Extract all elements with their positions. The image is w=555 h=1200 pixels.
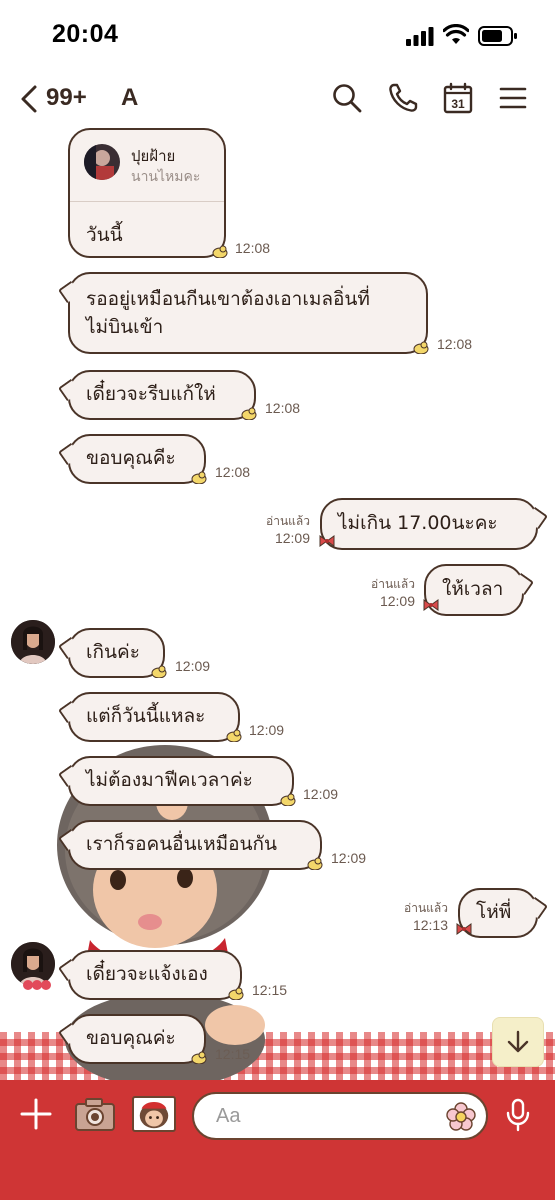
read-receipt: อ่านแล้ว 12:09 [250,513,310,548]
calendar-icon[interactable]: 31 [442,82,474,114]
chevron-left-icon[interactable] [18,84,40,114]
read-label: อ่านแล้ว [404,901,448,915]
message-input-placeholder: Aa [216,1105,241,1127]
sender-avatar[interactable] [11,620,55,664]
message-text: เดี๋ยวจะรีบแก้ให่ [86,383,216,406]
sticker-icon[interactable] [132,1096,176,1132]
quoted-text: นานไหมคะ [131,169,201,185]
read-receipt: อ่านแล้ว 12:09 [355,576,415,611]
message-time: 12:15 [252,982,288,998]
message-text: แต่ก็วันนี้แหละ [86,705,206,728]
microphone-icon[interactable] [505,1098,531,1132]
status-bar: 20:04 [0,0,555,70]
message-bubble[interactable]: แต่ก็วันนี้แหละ [68,692,240,742]
message-text: ให้เวลา [442,578,504,601]
quoted-avatar [84,144,120,180]
avatar-decoration-icon [23,980,51,990]
chick-sticker-icon [226,729,242,742]
camera-icon[interactable] [74,1096,116,1132]
flower-emoji-icon[interactable] [446,1102,476,1132]
chick-sticker-icon [413,341,429,354]
message-input[interactable]: Aa [192,1092,488,1140]
chick-sticker-icon [241,407,257,420]
reply-message-bubble[interactable]: ปุยฝ้าย นานไหมคะ วันนี้ [68,128,226,258]
message-time: 12:09 [331,850,367,866]
search-icon[interactable] [331,82,363,114]
message-time: 12:09 [274,530,310,547]
message-time: 12:08 [215,464,251,480]
message-text: ไม่เกิน 17.00นะคะ [338,512,498,535]
message-bubble[interactable]: เราก็รอคนอื่นเหมือนกัน [68,820,322,870]
message-text: วันนี้ [86,224,123,246]
phone-icon[interactable] [387,82,419,114]
quoted-sender-name: ปุยฝ้าย [131,147,176,165]
message-text-line1: รออยู่เหมือนกีนเขาต้องเอาเมลอิ่นที่ [86,288,370,310]
chat-area[interactable]: Monchhichi ปุยฝ้าย นานไหมคะ วันนี้ 12:08… [0,128,555,1080]
composer-bar: Aa [0,1080,555,1200]
quoted-message[interactable]: ปุยฝ้าย นานไหมคะ [70,130,224,202]
message-text: โห่พี่ [476,901,512,924]
message-text: ขอบคุณคีะ [86,447,176,470]
calendar-day: 31 [451,97,465,111]
chick-sticker-icon [280,793,296,806]
message-text-line2: ไม่บินเข้า [86,315,164,338]
message-time: 12:09 [249,722,285,738]
arrow-down-icon [507,1030,529,1053]
ribbon-bow-icon [423,599,439,611]
message-bubble[interactable]: ขอบคุณค่ะ [68,1014,206,1064]
message-time: 12:09 [379,593,415,610]
battery-icon [478,26,517,46]
message-bubble[interactable]: ไม่ต้องมาฟีคเวลาค่ะ [68,756,294,806]
read-label: อ่านแล้ว [266,514,310,528]
message-bubble[interactable]: เดี๋ยวจะแจ้งเอง [68,950,242,1000]
message-time: 12:13 [412,917,448,934]
message-time: 12:08 [437,336,473,352]
message-text: เกินค่ะ [86,641,140,664]
message-bubble[interactable]: เดี๋ยวจะรีบแก้ให่ [68,370,256,420]
message-text: เราก็รอคนอื่นเหมือนกัน [86,833,278,856]
read-label: อ่านแล้ว [371,577,415,591]
ribbon-bow-icon [456,923,472,935]
menu-icon[interactable] [497,82,529,114]
cellular-signal-icon [406,27,434,46]
chat-header: 99+ A 31 [0,70,555,128]
chick-sticker-icon [228,987,244,1000]
message-time: 12:09 [303,786,339,802]
chick-sticker-icon [212,245,228,258]
ribbon-bow-icon [319,535,335,547]
message-time: 12:08 [265,400,301,416]
message-bubble[interactable]: ขอบคุณคีะ [68,434,206,484]
chick-sticker-icon [151,665,167,678]
message-text: เดี๋ยวจะแจ้งเอง [86,963,208,986]
status-time: 20:04 [52,20,119,48]
message-bubble[interactable]: รออยู่เหมือนกีนเขาต้องเอาเมลอิ่นที่ ไม่บ… [68,272,428,354]
message-time: 12:08 [235,240,271,256]
plus-icon[interactable] [18,1096,54,1132]
message-text: ขอบคุณค่ะ [86,1027,176,1050]
message-time: 12:15 [215,1046,251,1062]
wifi-icon [443,24,469,44]
chick-sticker-icon [191,1051,207,1064]
message-text: ไม่ต้องมาฟีคเวลาค่ะ [86,769,253,792]
chat-title: A [121,84,139,111]
unread-count[interactable]: 99+ [46,84,87,112]
read-receipt: อ่านแล้ว 12:13 [388,900,448,935]
message-bubble[interactable]: ไม่เกิน 17.00นะคะ [320,498,538,550]
chick-sticker-icon [191,471,207,484]
message-time: 12:09 [175,658,211,674]
scroll-to-bottom-button[interactable] [492,1017,544,1067]
chick-sticker-icon [307,857,323,870]
